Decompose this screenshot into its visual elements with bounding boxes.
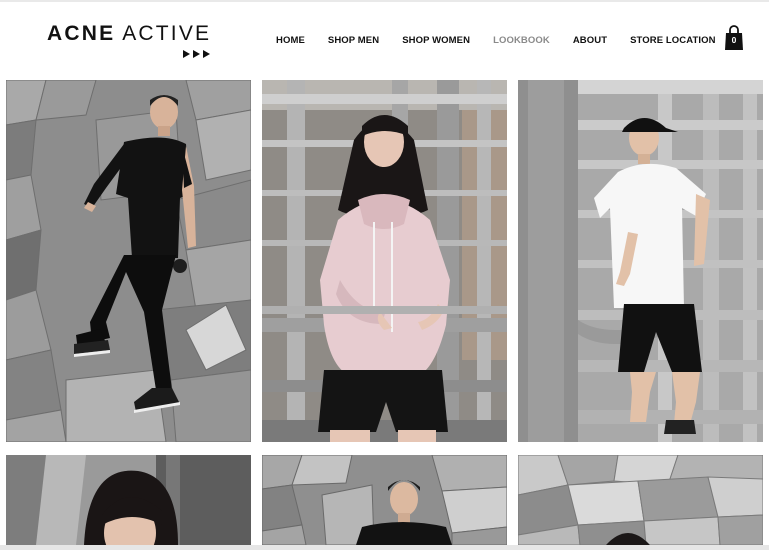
cart-button[interactable]: 0 xyxy=(724,25,744,51)
nav-about[interactable]: ABOUT xyxy=(573,35,607,46)
triple-play-arrows-icon xyxy=(183,50,210,58)
nav-store-location[interactable]: STORE LOCATION xyxy=(630,35,716,46)
lookbook-photo-2[interactable] xyxy=(262,80,507,442)
main-nav: HOME SHOP MEN SHOP WOMEN LOOKBOOK ABOUT … xyxy=(276,33,739,47)
nav-shop-women[interactable]: SHOP WOMEN xyxy=(402,35,470,46)
brand-name-light: ACTIVE xyxy=(122,22,212,45)
nav-shop-men[interactable]: SHOP MEN xyxy=(328,35,379,46)
nav-lookbook[interactable]: LOOKBOOK xyxy=(493,35,550,46)
photo-man-partial xyxy=(262,455,507,545)
photo-woman-partial xyxy=(6,455,251,545)
photo-man-white-tee xyxy=(518,80,763,442)
bottom-border xyxy=(0,545,769,550)
brand-name-bold: ACNE xyxy=(47,22,116,45)
lookbook-photo-6[interactable] xyxy=(518,455,763,545)
cart-count: 0 xyxy=(731,35,737,45)
lookbook-photo-1[interactable] xyxy=(6,80,251,442)
photo-woman-pink-hoodie xyxy=(262,80,507,442)
nav-home[interactable]: HOME xyxy=(276,35,305,46)
brand-logo[interactable]: ACNE ACTIVE xyxy=(47,22,217,62)
lookbook-photo-4[interactable] xyxy=(6,455,251,545)
lookbook-photo-3[interactable] xyxy=(518,80,763,442)
lookbook-photo-5[interactable] xyxy=(262,455,507,545)
photo-geometric-wall xyxy=(518,455,763,545)
site-header: ACNE ACTIVE HOME SHOP MEN SHOP WOMEN LOO… xyxy=(0,2,769,78)
photo-man-black-outfit xyxy=(6,80,251,442)
